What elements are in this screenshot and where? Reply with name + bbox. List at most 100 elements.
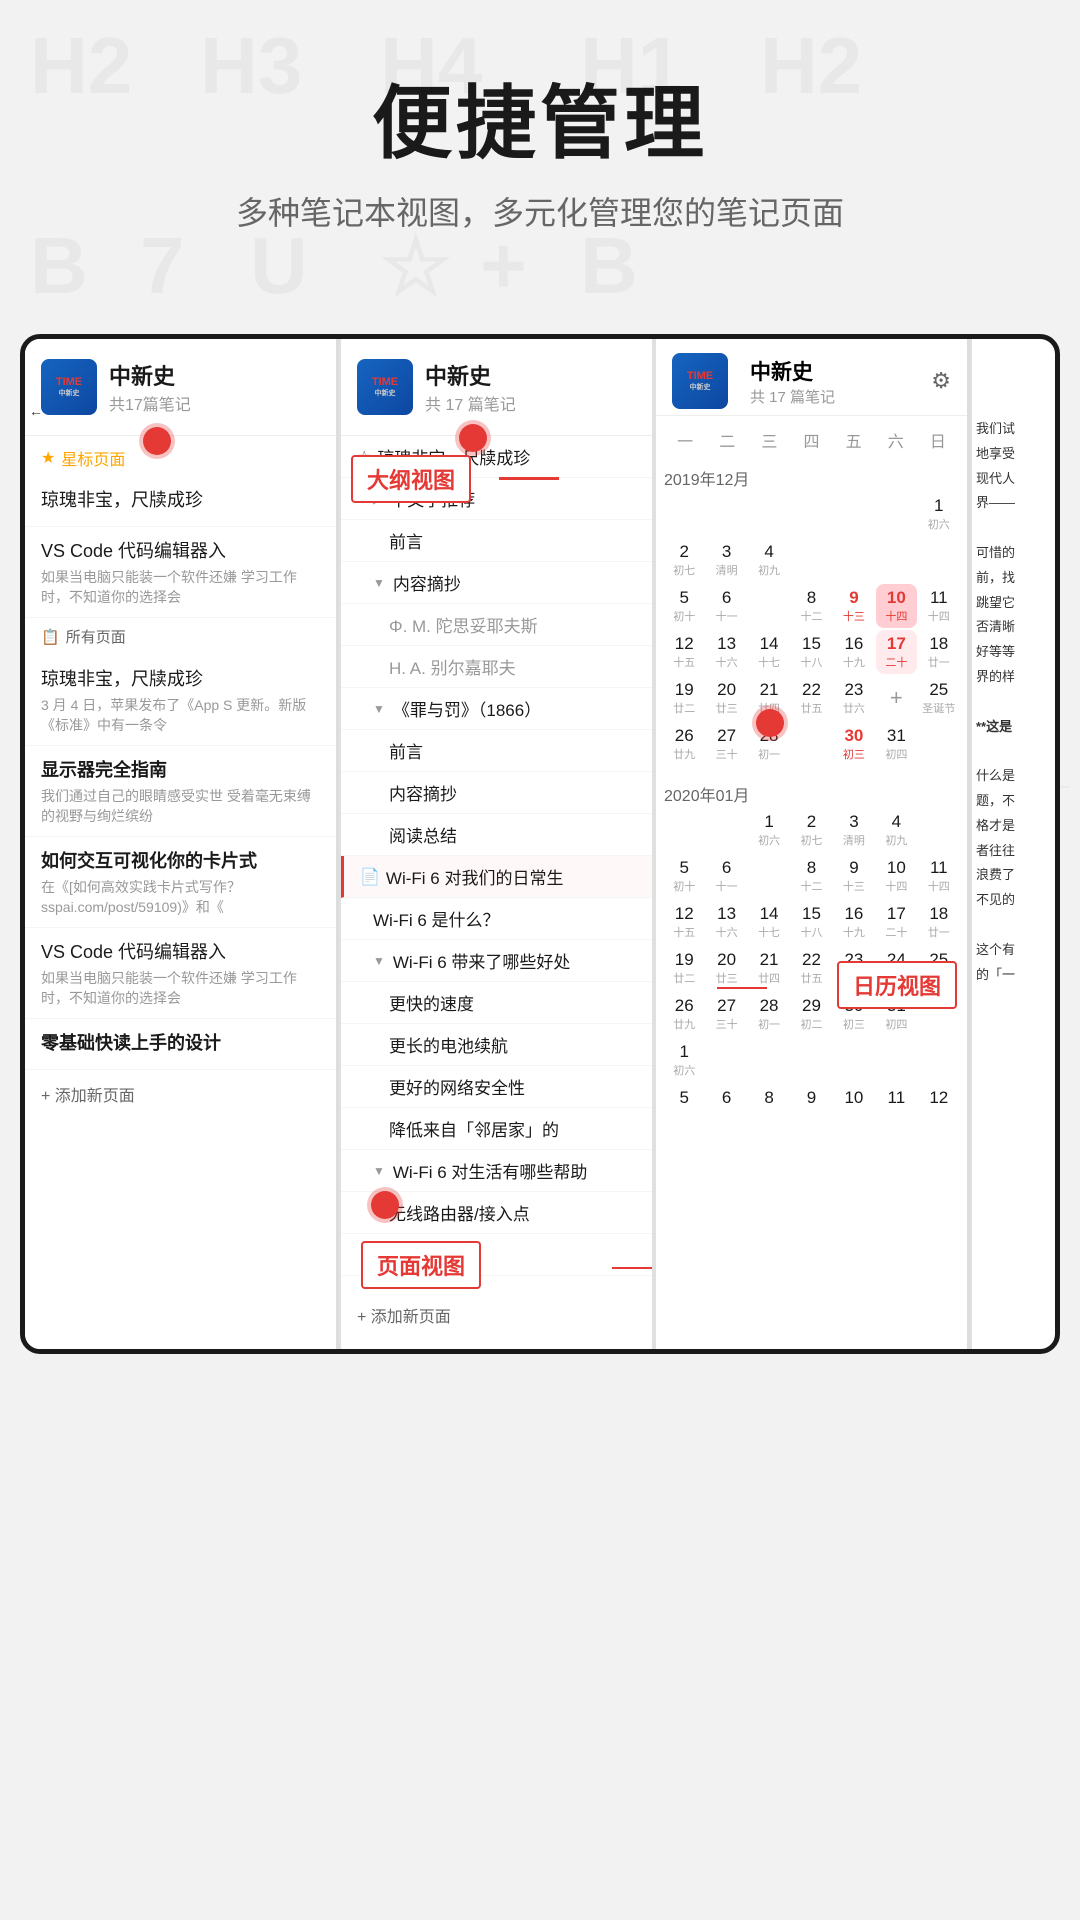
list-item-1[interactable]: 琼瑰非宝，尺牍成珍 xyxy=(25,476,336,527)
cal-jan-1[interactable]: 1 初六 xyxy=(749,808,789,852)
cal-day-19[interactable]: 19 廿二 xyxy=(664,676,704,720)
outline-item-10[interactable]: 阅读总结 xyxy=(341,814,652,856)
cal-day-1[interactable]: 1 初六 xyxy=(919,492,959,536)
cal-add-cell[interactable]: + xyxy=(876,676,916,720)
cal-x-9[interactable]: 9 xyxy=(791,1084,831,1112)
outline-item-17[interactable]: 降低来自「邻居家」的 xyxy=(341,1108,652,1150)
cal-day[interactable] xyxy=(749,1038,789,1082)
outline-item-7[interactable]: ▼ 《罪与罚》（1866） xyxy=(341,688,652,730)
cal-jan-26[interactable]: 26 廿九 xyxy=(664,992,704,1036)
cal-x-10[interactable]: 10 xyxy=(834,1084,874,1112)
cal-jan-20[interactable]: 20 廿三 xyxy=(706,946,746,990)
outline-item-13[interactable]: ▼ Wi-Fi 6 带来了哪些好处 xyxy=(341,940,652,982)
cal-day[interactable] xyxy=(919,722,959,766)
cal-day-4[interactable]: 4 初九 xyxy=(749,538,789,582)
cal-day[interactable] xyxy=(876,492,916,536)
cal-day-14[interactable]: 14 十七 xyxy=(749,630,789,674)
cal-day[interactable] xyxy=(834,538,874,582)
cal-day-12[interactable]: 12 十五 xyxy=(664,630,704,674)
outline-item-12[interactable]: Wi-Fi 6 是什么？ xyxy=(341,898,652,940)
cal-day[interactable] xyxy=(749,854,789,898)
cal-jan-21[interactable]: 21 廿四 xyxy=(749,946,789,990)
cal-day-23[interactable]: 23 廿六 xyxy=(834,676,874,720)
cal-x-11[interactable]: 11 xyxy=(876,1084,916,1112)
cal-day[interactable] xyxy=(706,808,746,852)
list-item-7[interactable]: 零基础快读上手的设计 xyxy=(25,1019,336,1070)
cal-jan-9[interactable]: 9 十三 xyxy=(834,854,874,898)
cal-jan-6[interactable]: 6 十一 xyxy=(706,854,746,898)
cal-day[interactable] xyxy=(791,538,831,582)
cal-jan-27[interactable]: 27 三十 xyxy=(706,992,746,1036)
outline-item-5[interactable]: Φ. M. 陀思妥耶夫斯 xyxy=(341,604,652,646)
cal-jan-19[interactable]: 19 廿二 xyxy=(664,946,704,990)
cal-day-9-today[interactable]: 9 十三 xyxy=(834,584,874,628)
cal-jan-17[interactable]: 17 二十 xyxy=(876,900,916,944)
cal-jan-22[interactable]: 22 廿五 xyxy=(791,946,831,990)
outline-item-18[interactable]: ▼ Wi-Fi 6 对生活有哪些帮助 xyxy=(341,1150,652,1192)
cal-day[interactable] xyxy=(834,1038,874,1082)
cal-day-30[interactable]: 30 初三 xyxy=(834,722,874,766)
outline-item-8[interactable]: 前言 xyxy=(341,730,652,772)
cal-jan-13[interactable]: 13 十六 xyxy=(706,900,746,944)
cal-day-25[interactable]: 25 圣诞节 xyxy=(919,676,959,720)
cal-day-10-selected[interactable]: 10 十四 xyxy=(876,584,916,628)
cal-jan-28[interactable]: 28 初一 xyxy=(749,992,789,1036)
list-item-2[interactable]: VS Code 代码编辑器入 如果当电脑只能装一个软件还嫌 学习工作时，不知道你… xyxy=(25,527,336,618)
outline-item-4[interactable]: ▼ 内容摘抄 xyxy=(341,562,652,604)
list-item-4[interactable]: 显示器完全指南 我们通过自己的眼睛感受实世 受着毫无束缚的视野与绚烂缤纷 xyxy=(25,746,336,837)
list-item-6[interactable]: VS Code 代码编辑器入 如果当电脑只能装一个软件还嫌 学习工作时，不知道你… xyxy=(25,928,336,1019)
cal-day[interactable] xyxy=(706,492,746,536)
cal-day-15[interactable]: 15 十八 xyxy=(791,630,831,674)
outline-item-3[interactable]: 前言 xyxy=(341,520,652,562)
cal-day-16[interactable]: 16 十九 xyxy=(834,630,874,674)
cal-day[interactable] xyxy=(706,1038,746,1082)
cal-day-8[interactable]: 8 十二 xyxy=(791,584,831,628)
add-page-btn-2[interactable]: + 添加新页面 xyxy=(341,1291,652,1339)
cal-jan-18[interactable]: 18 廿一 xyxy=(919,900,959,944)
cal-x-5[interactable]: 5 xyxy=(664,1084,704,1112)
cal-day[interactable] xyxy=(791,722,831,766)
cal-day-17-highlight[interactable]: 17 二十 xyxy=(876,630,916,674)
outline-item-6[interactable]: H. A. 别尔嘉耶夫 xyxy=(341,646,652,688)
cal-day-13[interactable]: 13 十六 xyxy=(706,630,746,674)
cal-jan-4[interactable]: 4 初九 xyxy=(876,808,916,852)
cal-day[interactable] xyxy=(749,584,789,628)
cal-day-5[interactable]: 5 初十 xyxy=(664,584,704,628)
outline-item-15[interactable]: 更长的电池续航 xyxy=(341,1024,652,1066)
cal-jan-2[interactable]: 2 初七 xyxy=(791,808,831,852)
cal-day[interactable] xyxy=(876,538,916,582)
cal-jan-11[interactable]: 11 十四 xyxy=(919,854,959,898)
cal-day[interactable] xyxy=(919,538,959,582)
cal-jan-10[interactable]: 10 十四 xyxy=(876,854,916,898)
cal-day[interactable] xyxy=(749,492,789,536)
outline-item-16[interactable]: 更好的网络安全性 xyxy=(341,1066,652,1108)
cal-jan-3[interactable]: 3 清明 xyxy=(834,808,874,852)
cal-jan-15[interactable]: 15 十八 xyxy=(791,900,831,944)
cal-day-6[interactable]: 6 十一 xyxy=(706,584,746,628)
cal-day-31[interactable]: 31 初四 xyxy=(876,722,916,766)
cal-day[interactable] xyxy=(834,492,874,536)
cal-jan-feb1[interactable]: 1 初六 xyxy=(664,1038,704,1082)
cal-day-18[interactable]: 18 廿一 xyxy=(919,630,959,674)
cal-jan-12[interactable]: 12 十五 xyxy=(664,900,704,944)
cal-jan-8[interactable]: 8 十二 xyxy=(791,854,831,898)
gear-icon[interactable]: ⚙ xyxy=(931,368,951,394)
cal-day[interactable] xyxy=(664,492,704,536)
cal-day[interactable] xyxy=(791,492,831,536)
outline-item-11[interactable]: 📄 Wi-Fi 6 对我们的日常生 xyxy=(341,856,652,898)
cal-day[interactable] xyxy=(919,1038,959,1082)
cal-x-8[interactable]: 8 xyxy=(749,1084,789,1112)
cal-day[interactable] xyxy=(664,808,704,852)
cal-day-3[interactable]: 3 清明 xyxy=(706,538,746,582)
cal-day-26[interactable]: 26 廿九 xyxy=(664,722,704,766)
cal-x-12[interactable]: 12 xyxy=(919,1084,959,1112)
cal-day-2[interactable]: 2 初七 xyxy=(664,538,704,582)
outline-item-9[interactable]: 内容摘抄 xyxy=(341,772,652,814)
cal-jan-29[interactable]: 29 初二 xyxy=(791,992,831,1036)
cal-day[interactable] xyxy=(876,1038,916,1082)
cal-day-11[interactable]: 11 十四 xyxy=(919,584,959,628)
cal-day-22[interactable]: 22 廿五 xyxy=(791,676,831,720)
list-item-5[interactable]: 如何交互可视化你的卡片式 在《[如何高效实践卡片式写作？ sspai.com/p… xyxy=(25,837,336,928)
outline-item-14[interactable]: 更快的速度 xyxy=(341,982,652,1024)
cal-day[interactable] xyxy=(919,808,959,852)
